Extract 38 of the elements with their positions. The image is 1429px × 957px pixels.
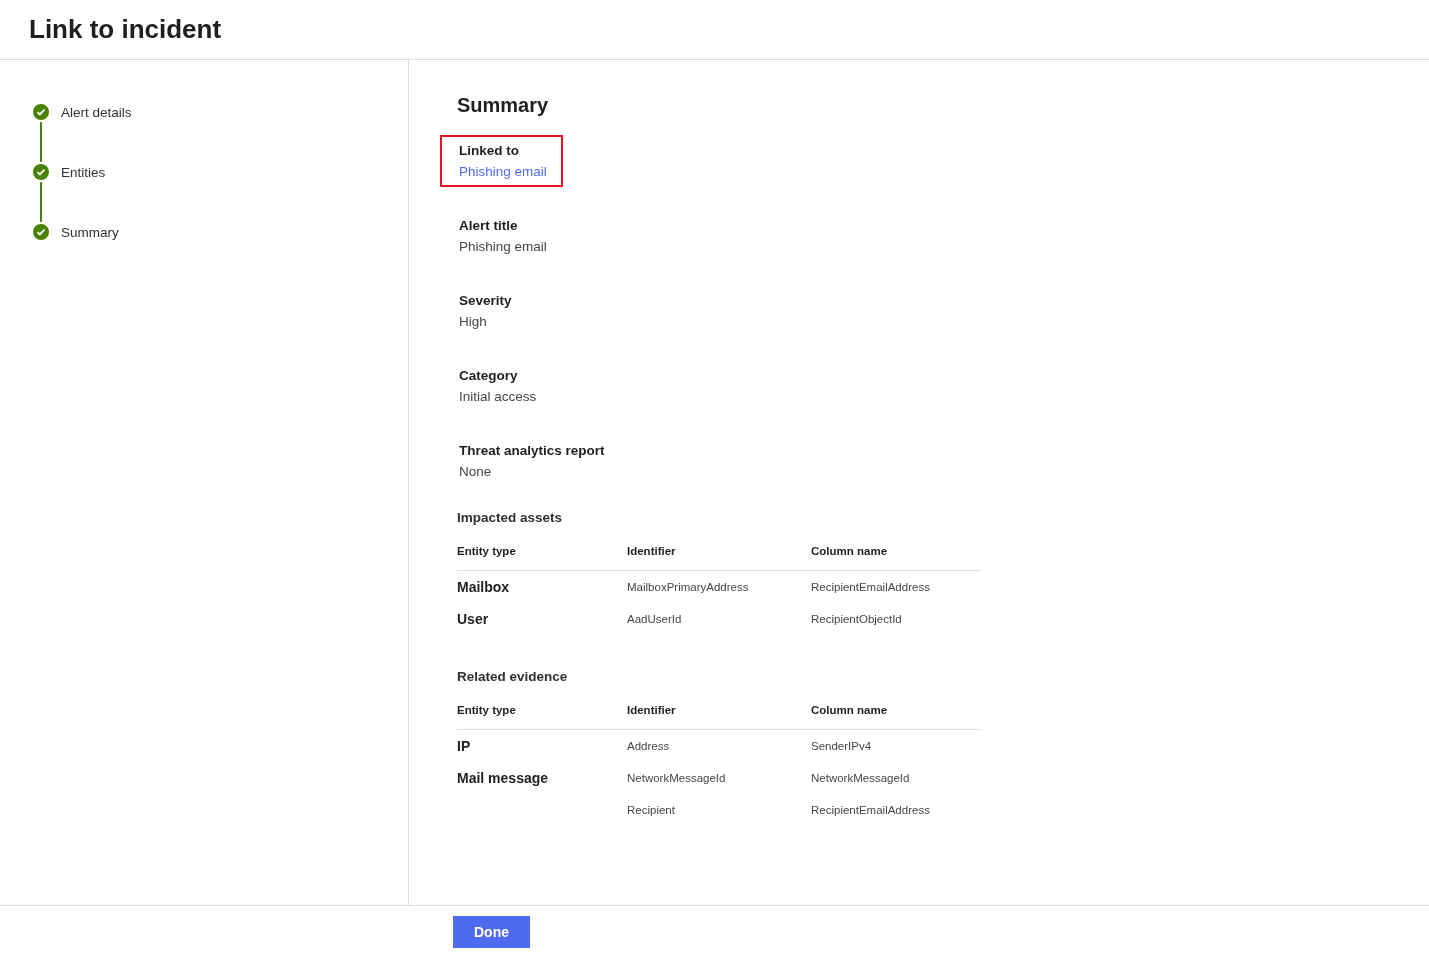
field-label: Severity — [459, 293, 512, 308]
page-title: Link to incident — [29, 14, 222, 45]
table-cell-text: RecipientObjectId — [811, 613, 903, 625]
column-header: Column name — [811, 544, 889, 557]
field-label: Linked to — [459, 143, 520, 158]
column-header: Identifier — [627, 544, 677, 557]
done-button[interactable]: Done — [453, 915, 530, 948]
field-label: Threat analytics report — [459, 443, 605, 458]
table-cell-text: MailboxPrimaryAddress — [627, 581, 750, 593]
table-cell-text: User — [457, 611, 490, 627]
table-cell-text: Mailbox — [457, 579, 511, 595]
table-cell-text: NetworkMessageId — [811, 772, 911, 784]
column-header: Entity type — [457, 703, 517, 716]
step-label[interactable]: Summary — [61, 224, 119, 240]
step-label[interactable]: Alert details — [61, 104, 132, 120]
field-value: High — [459, 314, 488, 329]
step-label[interactable]: Entities — [61, 164, 106, 180]
table-cell-text: Address — [627, 740, 671, 752]
table-cell-text: Recipient — [627, 804, 676, 816]
field-link[interactable]: Phishing email — [459, 164, 547, 179]
table-title: Impacted assets — [457, 510, 564, 525]
table-cell-text: IP — [457, 738, 472, 754]
table-cell-text: SenderIPv4 — [811, 740, 873, 752]
table-title: Related evidence — [457, 669, 569, 684]
field-value: None — [459, 464, 493, 479]
column-header: Column name — [811, 703, 889, 716]
table-cell-text: NetworkMessageId — [627, 772, 727, 784]
table-cell-text: RecipientEmailAddress — [811, 581, 931, 593]
column-header: Entity type — [457, 544, 517, 557]
table-cell-text: RecipientEmailAddress — [811, 804, 931, 816]
table-cell-text: Mail message — [457, 770, 550, 786]
section-heading: Summary — [457, 94, 550, 117]
field-label: Category — [459, 368, 519, 383]
field-label: Alert title — [459, 218, 519, 233]
column-header: Identifier — [627, 703, 677, 716]
field-value: Initial access — [459, 389, 537, 404]
field-value: Phishing email — [459, 239, 547, 254]
table-cell-text: AadUserId — [627, 613, 683, 625]
